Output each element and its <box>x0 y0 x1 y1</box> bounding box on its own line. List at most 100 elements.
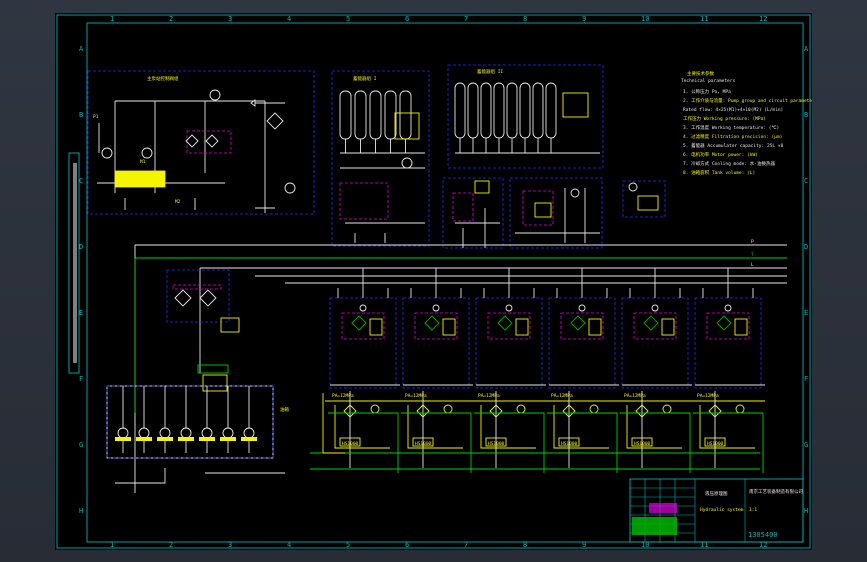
row-label: B <box>79 111 83 119</box>
valve-station: HS1000PA=12MPa <box>617 268 692 473</box>
col-label: 6 <box>405 15 409 23</box>
row-label: G <box>79 441 83 449</box>
col-label: 8 <box>523 541 527 549</box>
accumulator <box>506 82 518 139</box>
row-label: F <box>79 375 83 383</box>
side-note-text <box>73 163 77 363</box>
col-label: 5 <box>346 15 350 23</box>
title-sheet-label: 液压原理图 <box>705 490 728 497</box>
svg-text:PA=12MPa: PA=12MPa <box>332 393 354 399</box>
main-header-lines: P T L <box>134 239 787 493</box>
pump <box>222 427 234 439</box>
pump <box>159 427 171 439</box>
row-label: E <box>804 309 808 317</box>
col-label: 4 <box>287 541 291 549</box>
row-label: C <box>804 177 808 185</box>
technical-notes: 主要技术参数 Technical parameters 1. 公称压力 Pn, … <box>681 70 815 176</box>
note-line: Rated flow: 4×25(M1)+4×10(M2) (L/min) <box>683 107 783 113</box>
drawing-sheet: ABCDEFGH ABCDEFGH 1 2 3 4 5 6 7 8 9 10 11 12 123456… <box>55 13 815 550</box>
row-label: D <box>79 243 83 251</box>
col-label: 4 <box>287 15 291 23</box>
valve-station: HS1000PA=12MPa <box>398 268 473 473</box>
col-label: 8 <box>523 15 527 23</box>
pump <box>243 427 255 439</box>
cad-viewport[interactable]: ABCDEFGH ABCDEFGH 1 2 3 4 5 6 7 8 9 10 11 12 123456… <box>0 0 867 562</box>
accumulator <box>519 82 531 139</box>
valve-station: HS1000PA=12MPa <box>690 268 765 473</box>
main-control-unit: 主泵站控制阀组 P1 M1 M2 <box>87 70 315 215</box>
valve-station: HS1000PA=12MPa <box>471 268 546 473</box>
svg-text:PA=12MPa: PA=12MPa <box>478 393 500 399</box>
accumulator <box>339 90 352 140</box>
svg-text:1:1: 1:1 <box>749 507 757 513</box>
row-label: H <box>804 507 808 515</box>
note-line: 1. 公称压力 Pn, MPa <box>683 88 731 95</box>
row-label: F <box>804 375 808 383</box>
row-label: C <box>79 177 83 185</box>
pump <box>201 427 213 439</box>
title-designation: Hydraulic system <box>700 507 744 513</box>
col-labels-top: 1 2 3 4 5 6 7 8 9 10 11 12 <box>110 15 767 23</box>
pressure-switch-unit <box>622 180 666 218</box>
pump <box>138 427 150 439</box>
col-label: 1 <box>110 15 114 23</box>
svg-text:P1: P1 <box>93 114 99 120</box>
svg-text:PA=12MPa: PA=12MPa <box>697 393 719 399</box>
row-labels-right: A B C D E F G H <box>804 45 809 515</box>
col-label: 12 <box>759 15 767 23</box>
note-line: 8. 油箱容积 Tank volume: (L) <box>683 169 755 176</box>
svg-text:油箱: 油箱 <box>280 406 289 413</box>
svg-text:主要技术参数: 主要技术参数 <box>687 70 714 77</box>
svg-text:Technical parameters: Technical parameters <box>681 78 735 84</box>
accumulator-group-2: 蓄能器组 II <box>447 64 604 169</box>
svg-text:PA=12MPa: PA=12MPa <box>405 393 427 399</box>
filter-block <box>166 269 240 333</box>
col-label: 1 <box>110 541 114 549</box>
row-labels-left: A B C D E F G H <box>79 45 84 515</box>
svg-text:P: P <box>751 239 754 245</box>
valve-station: HS1000PA=12MPa <box>544 268 619 473</box>
col-label: 2 <box>169 541 173 549</box>
col-label: 3 <box>228 15 232 23</box>
row-label: H <box>79 507 83 515</box>
accumulator <box>384 90 397 140</box>
accumulator <box>399 90 412 140</box>
pump <box>180 427 192 439</box>
note-line: 7. 冷却方式 Cooling mode: 水-油换热器 <box>683 160 775 167</box>
accumulator <box>369 90 382 140</box>
tank-pump-station: 油箱 <box>106 364 289 484</box>
row-label: A <box>804 45 809 53</box>
svg-text:M2: M2 <box>175 199 181 205</box>
title-block: 液压原理图 Hydraulic system 南京工艺装备制造有限公司 1:1 … <box>629 478 804 543</box>
note-line: 6. 电机功率 Motor power: (kW) <box>683 151 758 158</box>
note-line: 工作压力 Working pressure: (MPa) <box>683 115 766 122</box>
col-label: 7 <box>464 15 468 23</box>
col-label: 5 <box>346 541 350 549</box>
col-label: 11 <box>700 15 708 23</box>
row-label: D <box>804 243 808 251</box>
svg-text:蓄能器组 I: 蓄能器组 I <box>353 75 377 82</box>
unit-title: 主泵站控制阀组 <box>147 75 179 82</box>
note-line: 3. 工作温度 Working temperature: (℃) <box>683 124 779 131</box>
svg-text:M1: M1 <box>140 159 146 165</box>
row-label: A <box>79 45 84 53</box>
accumulator <box>467 82 479 139</box>
accumulator <box>493 82 505 139</box>
row-label: E <box>79 309 83 317</box>
note-line: 2. 工作介质与流量: Pump group and circuit param… <box>683 97 812 104</box>
accumulator <box>532 82 544 139</box>
svg-text:T: T <box>751 252 754 258</box>
col-label: 10 <box>641 15 649 23</box>
valve-stand-a <box>442 177 504 249</box>
svg-text:PA=12MPa: PA=12MPa <box>551 393 573 399</box>
pump <box>117 427 129 439</box>
hydraulic-schematic: ABCDEFGH ABCDEFGH 1 2 3 4 5 6 7 8 9 10 11 12 123456… <box>56 14 815 549</box>
drawing-number: 1305400 <box>748 531 778 539</box>
col-label: 6 <box>405 541 409 549</box>
accumulator <box>480 82 492 139</box>
valve-station: HS1000PA=12MPa <box>325 268 400 473</box>
note-line: 4. 过滤精度 Filtration precision: (μm) <box>683 133 782 140</box>
accumulator-group-1: 蓄能器组 I <box>331 70 430 247</box>
svg-text:L: L <box>751 262 754 268</box>
accumulator <box>354 90 367 140</box>
